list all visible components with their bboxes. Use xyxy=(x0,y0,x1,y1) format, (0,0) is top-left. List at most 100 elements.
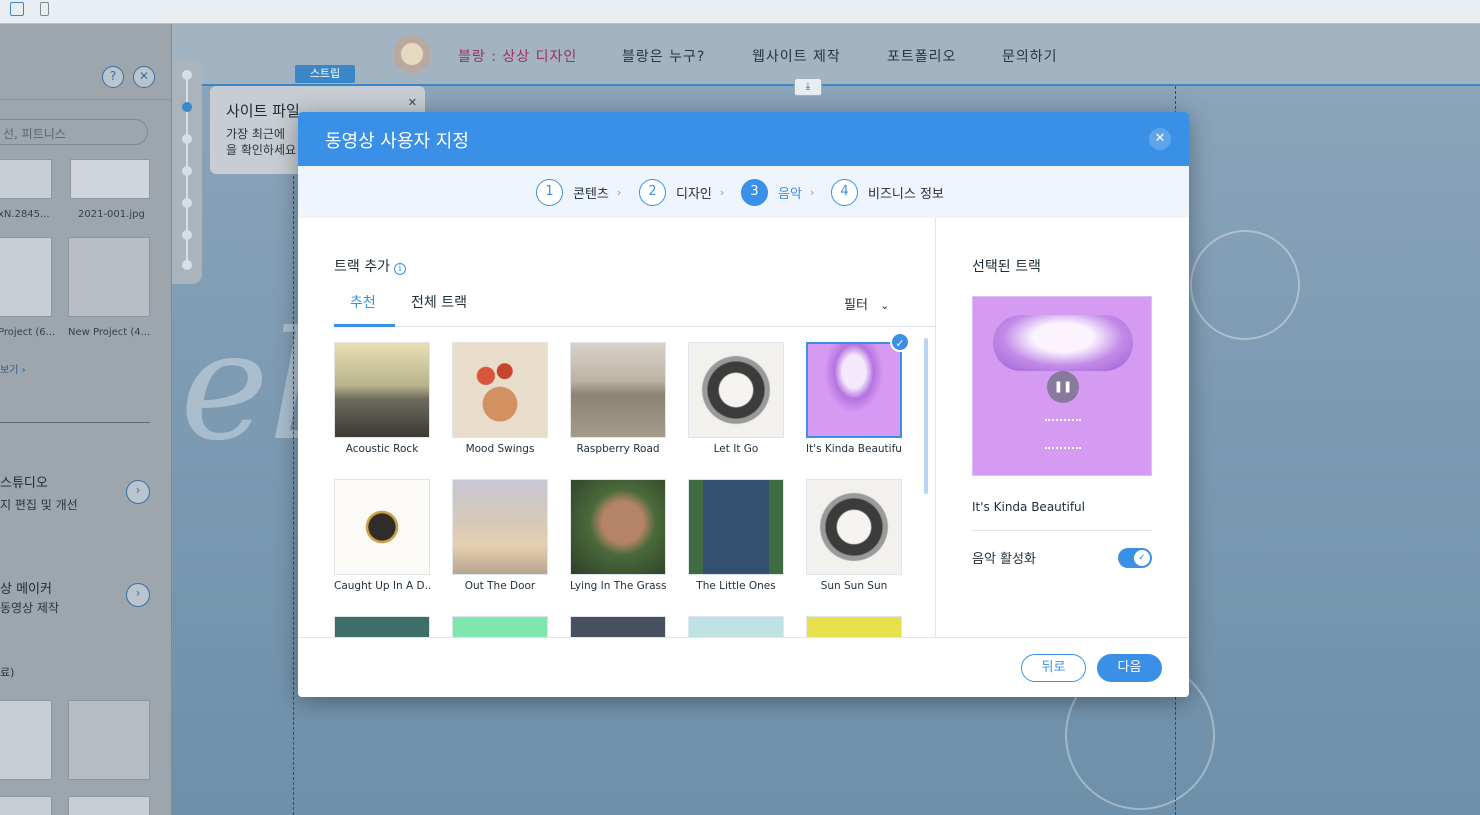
step-design[interactable]: 2 디자인 › xyxy=(639,178,724,206)
media-thumbnail[interactable] xyxy=(0,159,52,199)
slider-stop[interactable] xyxy=(182,230,192,240)
media-thumbnail[interactable] xyxy=(0,796,52,815)
section-title: 상 메이커 xyxy=(0,582,52,597)
step-label: 디자인 xyxy=(676,186,712,202)
media-thumbnail[interactable] xyxy=(68,796,150,815)
chevron-right-icon: › xyxy=(809,185,815,199)
filter-dropdown[interactable]: 필터 ⌄ xyxy=(844,294,889,313)
media-thumbnail[interactable] xyxy=(0,237,52,317)
media-thumbnail[interactable] xyxy=(68,700,150,780)
tab-divider xyxy=(334,326,935,327)
step-business-info[interactable]: 4 비즈니스 정보 xyxy=(831,178,944,206)
active-tab-indicator xyxy=(334,324,395,327)
track-cover xyxy=(688,342,784,438)
track-name: Mood Swings xyxy=(465,443,535,455)
track-name: Let It Go xyxy=(713,443,759,455)
slider-stop[interactable] xyxy=(182,198,192,208)
track-card[interactable]: Acoustic Rock xyxy=(334,342,430,455)
track-card[interactable]: The Little Ones xyxy=(688,479,784,592)
download-icon[interactable]: ⤓ xyxy=(794,78,822,96)
mobile-view-icon[interactable] xyxy=(40,2,49,16)
modal-title: 동영상 사용자 지정 xyxy=(325,131,469,152)
media-search-input[interactable]: 선, 피트니스 xyxy=(0,119,148,145)
wave-line xyxy=(1045,419,1081,421)
back-button[interactable]: 뒤로 xyxy=(1021,654,1086,682)
next-button[interactable]: 다음 xyxy=(1097,654,1162,682)
step-music[interactable]: 3 음악 › xyxy=(741,178,814,206)
tooltip-desc: 가장 최근에 을 확인하세요 xyxy=(226,126,306,158)
track-card[interactable]: It's Kinda Beautiful xyxy=(806,342,902,455)
section-subtitle: 지 편집 및 개선 xyxy=(0,498,78,512)
chevron-right-icon[interactable]: › xyxy=(126,583,150,607)
site-nav-item[interactable]: 문의하기 xyxy=(1002,46,1058,66)
step-label: 비즈니스 정보 xyxy=(868,186,944,202)
track-card[interactable]: Caught Up In A D... xyxy=(334,479,430,592)
track-card[interactable] xyxy=(334,616,430,637)
slider-stop[interactable] xyxy=(182,260,192,270)
help-icon[interactable]: ? xyxy=(102,66,124,88)
site-nav-item[interactable]: 블랑은 누구? xyxy=(622,46,705,66)
slider-stop[interactable] xyxy=(182,166,192,176)
track-card[interactable]: Mood Swings xyxy=(452,342,548,455)
track-card[interactable] xyxy=(570,616,666,637)
site-nav-item[interactable]: 포트폴리오 xyxy=(887,46,956,66)
cloud-art xyxy=(993,315,1133,371)
close-icon[interactable]: ✕ xyxy=(133,66,155,88)
step-content[interactable]: 1 콘텐츠 › xyxy=(536,178,621,206)
filter-label: 필터 xyxy=(844,298,868,313)
track-grid: Acoustic Rock Mood Swings Raspberry Road… xyxy=(298,328,935,637)
chevron-right-icon[interactable]: › xyxy=(126,480,150,504)
step-number: 4 xyxy=(831,178,858,206)
wave-line xyxy=(1045,447,1081,449)
strip-tag[interactable]: 스트립 xyxy=(295,65,355,83)
track-name: Sun Sun Sun xyxy=(820,580,888,592)
guide-line xyxy=(293,86,294,815)
thumbnail-caption: 2021-001.jpg xyxy=(78,209,145,220)
media-thumbnail[interactable] xyxy=(68,237,150,317)
track-cover xyxy=(570,616,666,637)
track-card[interactable] xyxy=(688,616,784,637)
tooltip-desc-line: 가장 최근에 xyxy=(226,127,286,141)
track-card[interactable]: Raspberry Road xyxy=(570,342,666,455)
music-toggle[interactable]: ✓ xyxy=(1118,548,1152,568)
media-thumbnail[interactable] xyxy=(70,159,150,199)
music-toggle-label: 음악 활성화 xyxy=(972,552,1036,567)
track-cover xyxy=(688,479,784,575)
tab-all-tracks[interactable]: 전체 트랙 xyxy=(411,292,467,312)
media-thumbnail[interactable] xyxy=(0,700,52,780)
track-cover xyxy=(452,342,548,438)
track-browser: 트랙 추가 i 추천 전체 트랙 필터 ⌄ Acoustic Rock Mood … xyxy=(298,218,935,637)
track-card[interactable]: Sun Sun Sun xyxy=(806,479,902,592)
track-card[interactable]: Let It Go xyxy=(688,342,784,455)
desktop-view-icon[interactable] xyxy=(10,2,24,16)
track-cover xyxy=(452,616,548,637)
editor-topbar xyxy=(0,0,1480,24)
left-panel: ? ✕ 선, 피트니스 xN.2845... 2021-001.jpg Proj… xyxy=(0,24,172,815)
site-nav-item[interactable]: 블랑 : 상상 디자인 xyxy=(458,46,577,66)
site-nav-item[interactable]: 웹사이트 제작 xyxy=(752,46,841,66)
info-icon[interactable]: i xyxy=(393,263,406,275)
slider-handle[interactable] xyxy=(182,102,192,112)
track-card[interactable] xyxy=(452,616,548,637)
pause-icon[interactable]: ❚❚ xyxy=(1047,371,1079,403)
track-card[interactable] xyxy=(806,616,902,637)
track-card[interactable]: Lying In The Grass xyxy=(570,479,666,592)
track-cover xyxy=(806,616,902,637)
track-cover xyxy=(806,479,902,575)
track-cover xyxy=(334,342,430,438)
zoom-slider[interactable] xyxy=(172,58,202,284)
slider-stop[interactable] xyxy=(182,134,192,144)
close-icon[interactable]: ✕ xyxy=(1149,128,1171,150)
track-card[interactable]: Out The Door xyxy=(452,479,548,592)
modal-header: 동영상 사용자 지정 ✕ xyxy=(298,112,1189,166)
slider-stop[interactable] xyxy=(182,70,192,80)
chevron-right-icon: › xyxy=(616,185,622,199)
see-more-link[interactable]: 보기 › xyxy=(0,361,26,376)
scrollbar[interactable] xyxy=(924,338,928,494)
close-icon[interactable]: ✕ xyxy=(408,96,417,109)
divider xyxy=(972,530,1152,531)
tab-recommended[interactable]: 추천 xyxy=(350,292,376,312)
step-number: 2 xyxy=(639,178,666,206)
track-cover xyxy=(688,616,784,637)
track-cover xyxy=(806,342,902,438)
